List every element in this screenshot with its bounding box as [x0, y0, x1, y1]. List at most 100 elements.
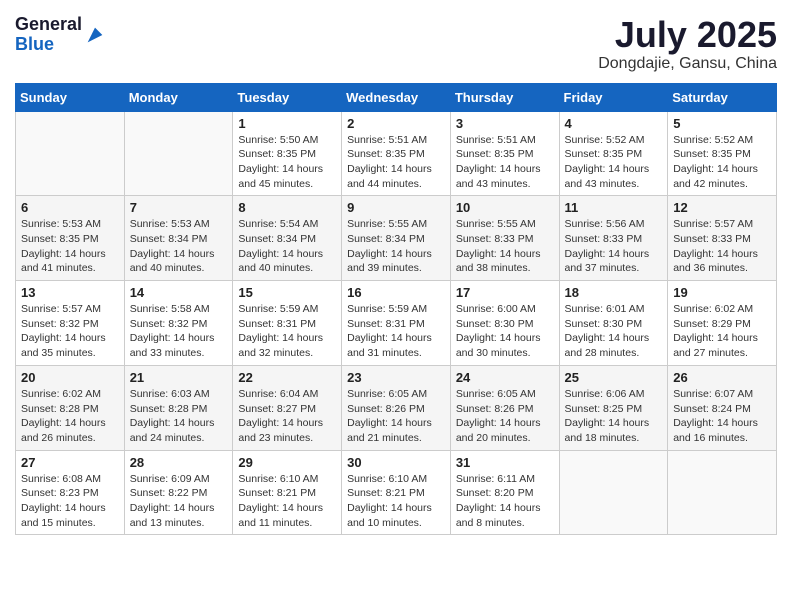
calendar-day-cell: 14 Sunrise: 5:58 AMSunset: 8:32 PMDayligh…	[124, 281, 233, 366]
day-info: Sunrise: 5:56 AMSunset: 8:33 PMDaylight:…	[565, 217, 663, 276]
calendar-day-cell: 10Sunrise: 5:55 AMSunset: 8:33 PMDayligh…	[450, 196, 559, 281]
logo: General Blue	[15, 15, 106, 55]
calendar-day-cell: 18 Sunrise: 6:01 AMSunset: 8:30 PMDayligh…	[559, 281, 668, 366]
day-number: 14	[130, 285, 228, 300]
day-info: Sunrise: 6:10 AMSunset: 8:21 PMDaylight:…	[238, 472, 336, 531]
day-info: Sunrise: 6:10 AMSunset: 8:21 PMDaylight:…	[347, 472, 445, 531]
calendar-day-cell: 13Sunrise: 5:57 AMSunset: 8:32 PMDayligh…	[16, 281, 125, 366]
calendar-day-cell: 7 Sunrise: 5:53 AMSunset: 8:34 PMDaylight…	[124, 196, 233, 281]
day-number: 28	[130, 455, 228, 470]
day-number: 26	[673, 370, 771, 385]
calendar-day-cell: 11Sunrise: 5:56 AMSunset: 8:33 PMDayligh…	[559, 196, 668, 281]
day-info: Sunrise: 6:11 AMSunset: 8:20 PMDaylight:…	[456, 472, 554, 531]
month-title: July 2025	[598, 15, 777, 55]
day-number: 4	[565, 116, 663, 131]
calendar-day-cell: 2 Sunrise: 5:51 AMSunset: 8:35 PMDaylight…	[342, 111, 451, 196]
day-number: 16	[347, 285, 445, 300]
calendar-day-header: Monday	[124, 83, 233, 111]
calendar-day-cell: 17 Sunrise: 6:00 AMSunset: 8:30 PMDayligh…	[450, 281, 559, 366]
day-info: Sunrise: 6:01 AMSunset: 8:30 PMDaylight:…	[565, 302, 663, 361]
day-number: 8	[238, 200, 336, 215]
day-info: Sunrise: 6:00 AMSunset: 8:30 PMDaylight:…	[456, 302, 554, 361]
day-info: Sunrise: 5:59 AMSunset: 8:31 PMDaylight:…	[238, 302, 336, 361]
calendar-day-cell: 20Sunrise: 6:02 AMSunset: 8:28 PMDayligh…	[16, 365, 125, 450]
day-info: Sunrise: 6:07 AMSunset: 8:24 PMDaylight:…	[673, 387, 771, 446]
calendar-day-header: Thursday	[450, 83, 559, 111]
calendar-day-cell: 1 Sunrise: 5:50 AMSunset: 8:35 PMDaylight…	[233, 111, 342, 196]
day-info: Sunrise: 6:02 AMSunset: 8:28 PMDaylight:…	[21, 387, 119, 446]
day-info: Sunrise: 5:52 AMSunset: 8:35 PMDaylight:…	[673, 133, 771, 192]
day-number: 1	[238, 116, 336, 131]
day-number: 19	[673, 285, 771, 300]
calendar-day-cell: 29 Sunrise: 6:10 AMSunset: 8:21 PMDayligh…	[233, 450, 342, 535]
calendar-week-row: 27 Sunrise: 6:08 AMSunset: 8:23 PMDayligh…	[16, 450, 777, 535]
calendar-day-cell: 6 Sunrise: 5:53 AMSunset: 8:35 PMDaylight…	[16, 196, 125, 281]
day-info: Sunrise: 5:57 AMSunset: 8:32 PMDaylight:…	[21, 302, 119, 361]
calendar-day-cell: 3 Sunrise: 5:51 AMSunset: 8:35 PMDaylight…	[450, 111, 559, 196]
calendar-table: SundayMondayTuesdayWednesdayThursdayFrid…	[15, 83, 777, 536]
day-info: Sunrise: 5:51 AMSunset: 8:35 PMDaylight:…	[456, 133, 554, 192]
calendar-day-cell: 24Sunrise: 6:05 AMSunset: 8:26 PMDayligh…	[450, 365, 559, 450]
calendar-day-header: Wednesday	[342, 83, 451, 111]
calendar-day-cell: 16Sunrise: 5:59 AMSunset: 8:31 PMDayligh…	[342, 281, 451, 366]
day-number: 3	[456, 116, 554, 131]
day-info: Sunrise: 6:02 AMSunset: 8:29 PMDaylight:…	[673, 302, 771, 361]
day-info: Sunrise: 6:09 AMSunset: 8:22 PMDaylight:…	[130, 472, 228, 531]
day-number: 7	[130, 200, 228, 215]
calendar-week-row: 6 Sunrise: 5:53 AMSunset: 8:35 PMDaylight…	[16, 196, 777, 281]
calendar-day-cell: 19 Sunrise: 6:02 AMSunset: 8:29 PMDayligh…	[668, 281, 777, 366]
calendar-day-header: Tuesday	[233, 83, 342, 111]
day-info: Sunrise: 5:52 AMSunset: 8:35 PMDaylight:…	[565, 133, 663, 192]
day-info: Sunrise: 5:53 AMSunset: 8:34 PMDaylight:…	[130, 217, 228, 276]
day-info: Sunrise: 5:55 AMSunset: 8:34 PMDaylight:…	[347, 217, 445, 276]
calendar-day-cell: 25Sunrise: 6:06 AMSunset: 8:25 PMDayligh…	[559, 365, 668, 450]
day-info: Sunrise: 6:05 AMSunset: 8:26 PMDaylight:…	[456, 387, 554, 446]
day-number: 29	[238, 455, 336, 470]
calendar-day-cell	[668, 450, 777, 535]
calendar-day-cell: 5 Sunrise: 5:52 AMSunset: 8:35 PMDaylight…	[668, 111, 777, 196]
calendar-day-cell	[559, 450, 668, 535]
day-number: 23	[347, 370, 445, 385]
day-info: Sunrise: 5:57 AMSunset: 8:33 PMDaylight:…	[673, 217, 771, 276]
day-number: 9	[347, 200, 445, 215]
calendar-day-header: Saturday	[668, 83, 777, 111]
calendar-day-cell: 26 Sunrise: 6:07 AMSunset: 8:24 PMDayligh…	[668, 365, 777, 450]
day-number: 10	[456, 200, 554, 215]
logo-general: General	[15, 14, 82, 34]
day-number: 21	[130, 370, 228, 385]
calendar-day-cell	[124, 111, 233, 196]
calendar-day-cell: 12 Sunrise: 5:57 AMSunset: 8:33 PMDayligh…	[668, 196, 777, 281]
day-number: 2	[347, 116, 445, 131]
day-info: Sunrise: 5:51 AMSunset: 8:35 PMDaylight:…	[347, 133, 445, 192]
calendar-header-row: SundayMondayTuesdayWednesdayThursdayFrid…	[16, 83, 777, 111]
day-number: 18	[565, 285, 663, 300]
day-info: Sunrise: 5:58 AMSunset: 8:32 PMDaylight:…	[130, 302, 228, 361]
calendar-day-cell: 21Sunrise: 6:03 AMSunset: 8:28 PMDayligh…	[124, 365, 233, 450]
day-number: 5	[673, 116, 771, 131]
calendar-day-cell: 30 Sunrise: 6:10 AMSunset: 8:21 PMDayligh…	[342, 450, 451, 535]
day-number: 27	[21, 455, 119, 470]
calendar-day-cell: 15 Sunrise: 5:59 AMSunset: 8:31 PMDayligh…	[233, 281, 342, 366]
day-number: 15	[238, 285, 336, 300]
day-info: Sunrise: 6:08 AMSunset: 8:23 PMDaylight:…	[21, 472, 119, 531]
day-number: 31	[456, 455, 554, 470]
logo-blue: Blue	[15, 34, 54, 54]
calendar-day-cell: 4 Sunrise: 5:52 AMSunset: 8:35 PMDaylight…	[559, 111, 668, 196]
day-number: 17	[456, 285, 554, 300]
calendar-day-cell: 27 Sunrise: 6:08 AMSunset: 8:23 PMDayligh…	[16, 450, 125, 535]
calendar-day-cell: 23 Sunrise: 6:05 AMSunset: 8:26 PMDayligh…	[342, 365, 451, 450]
day-info: Sunrise: 5:53 AMSunset: 8:35 PMDaylight:…	[21, 217, 119, 276]
calendar-day-header: Sunday	[16, 83, 125, 111]
calendar-day-cell: 31 Sunrise: 6:11 AMSunset: 8:20 PMDayligh…	[450, 450, 559, 535]
calendar-day-cell: 28 Sunrise: 6:09 AMSunset: 8:22 PMDayligh…	[124, 450, 233, 535]
calendar-day-header: Friday	[559, 83, 668, 111]
calendar-week-row: 1 Sunrise: 5:50 AMSunset: 8:35 PMDaylight…	[16, 111, 777, 196]
day-info: Sunrise: 5:50 AMSunset: 8:35 PMDaylight:…	[238, 133, 336, 192]
day-number: 30	[347, 455, 445, 470]
day-number: 6	[21, 200, 119, 215]
logo-icon	[84, 24, 106, 46]
calendar-day-cell: 8Sunrise: 5:54 AMSunset: 8:34 PMDaylight…	[233, 196, 342, 281]
day-info: Sunrise: 6:05 AMSunset: 8:26 PMDaylight:…	[347, 387, 445, 446]
day-number: 12	[673, 200, 771, 215]
day-info: Sunrise: 6:04 AMSunset: 8:27 PMDaylight:…	[238, 387, 336, 446]
